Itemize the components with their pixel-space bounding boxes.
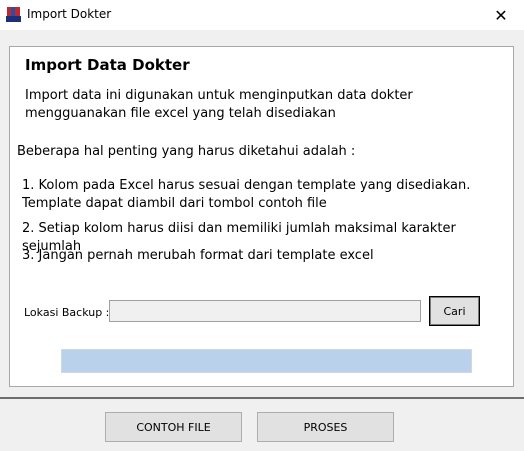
lokasi-backup-label: Lokasi Backup :	[24, 306, 110, 319]
info-panel: Import Data Dokter Import data ini digun…	[9, 46, 514, 387]
panel-heading: Import Data Dokter	[25, 56, 190, 74]
point-3: 3. Jangan pernah merubah format dari tem…	[22, 248, 374, 263]
proses-button[interactable]: PROSES	[257, 412, 394, 442]
lokasi-backup-field[interactable]	[109, 300, 421, 322]
close-button[interactable]: ✕	[478, 0, 524, 30]
progress-bar	[61, 349, 472, 373]
footer-divider	[0, 397, 524, 399]
window-title: Import Dokter	[27, 7, 112, 21]
close-icon: ✕	[494, 5, 508, 25]
panel-intro: Beberapa hal penting yang harus diketahu…	[17, 144, 356, 159]
cari-button[interactable]: Cari	[429, 296, 480, 326]
contoh-file-button[interactable]: CONTOH FILE	[105, 412, 242, 442]
panel-description: Import data ini digunakan untuk menginpu…	[25, 88, 413, 121]
title-bar: Import Dokter ✕	[0, 0, 524, 30]
point-1: 1. Kolom pada Excel harus sesuai dengan …	[22, 178, 471, 211]
app-icon	[6, 6, 21, 22]
